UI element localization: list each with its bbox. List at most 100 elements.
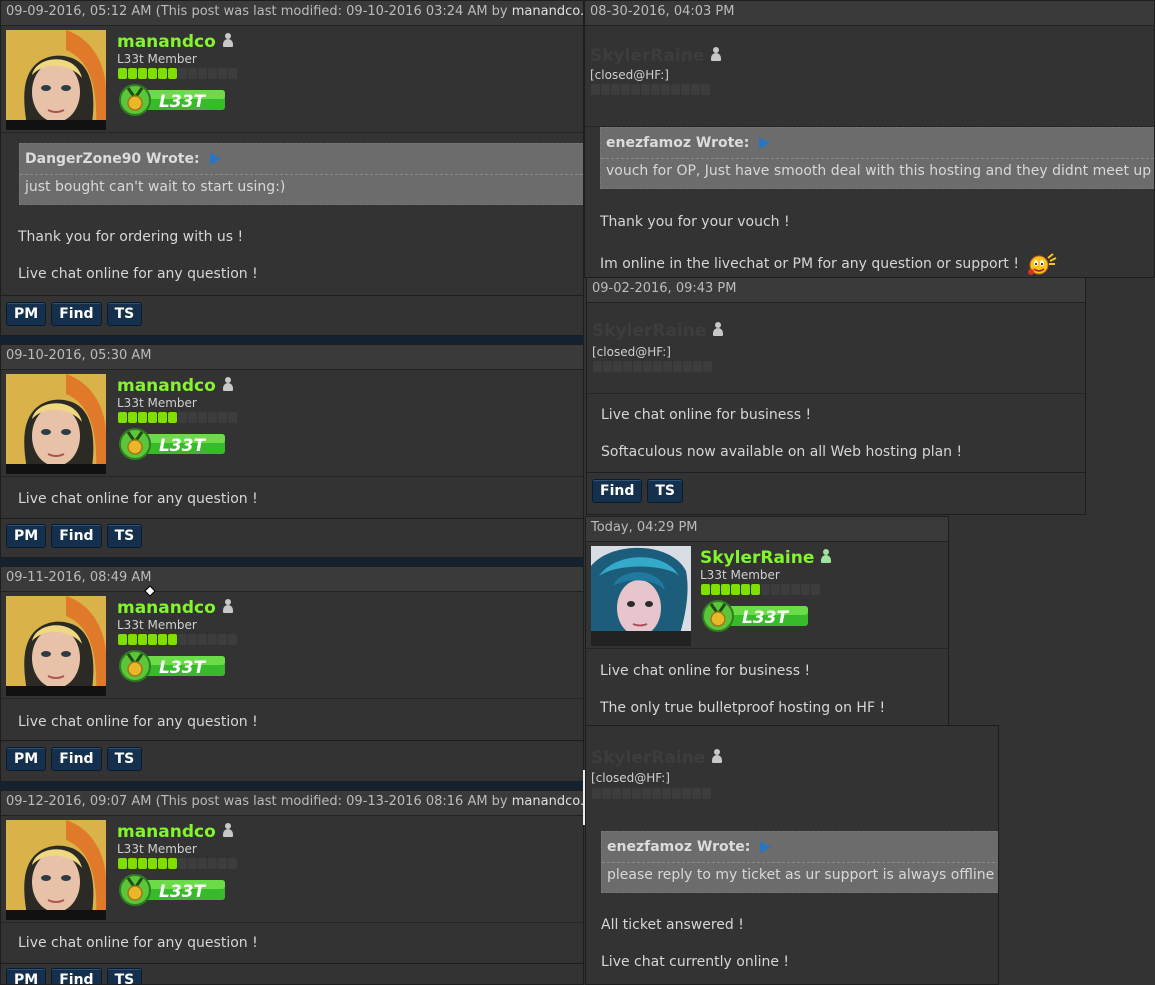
quote-jump-arrow-icon[interactable] (760, 841, 772, 853)
pm-button[interactable]: PM (6, 747, 47, 771)
svg-text:L33T: L33T (159, 92, 206, 112)
avatar[interactable] (6, 596, 106, 696)
username[interactable]: SkylerRaine (591, 748, 705, 768)
user-title: [closed@HF:] (592, 345, 671, 359)
pm-button[interactable]: PM (6, 524, 47, 548)
text-caret (583, 770, 585, 825)
find-button[interactable]: Find (51, 968, 102, 984)
post-date-bar: 09-09-2016, 05:12 AM (This post was last… (1, 1, 583, 26)
username-link[interactable]: SkylerRaine (590, 46, 722, 66)
post-actions: PM Find TS (6, 302, 143, 326)
find-button[interactable]: Find (51, 302, 102, 326)
user-title: L33t Member (117, 52, 197, 66)
avatar[interactable] (6, 374, 106, 474)
find-button[interactable]: Find (51, 747, 102, 771)
ts-button[interactable]: TS (106, 302, 143, 326)
quote-author: enezfamoz Wrote: (606, 135, 750, 151)
username[interactable]: manandco (117, 376, 216, 396)
post-date: Today, 04:29 PM (591, 520, 698, 535)
svg-text:L33T: L33T (742, 608, 789, 628)
reputation-bar (118, 634, 237, 645)
post-modified-by[interactable]: manandco. (512, 4, 583, 19)
post-left-1: 09-09-2016, 05:12 AM (This post was last… (0, 0, 584, 336)
username-link[interactable]: SkylerRaine (700, 548, 832, 568)
post-content: Live chat online for any question ! (1, 935, 258, 951)
quote-text: just bought can't wait to start using:) (25, 179, 286, 195)
username-link[interactable]: SkylerRaine (592, 321, 724, 341)
svg-text:L33T: L33T (159, 436, 206, 456)
post-line: Softaculous now available on all Web hos… (601, 444, 963, 460)
post-date: 09-12-2016, 09:07 AM (6, 794, 152, 809)
offline-status-icon (712, 321, 724, 337)
offline-status-icon (222, 822, 234, 838)
wave-emoji-icon (1027, 252, 1059, 276)
reputation-bar (118, 412, 237, 423)
post-line: Live chat online for any question ! (18, 935, 258, 951)
pm-button[interactable]: PM (6, 302, 47, 326)
post-actions: PM Find TS (6, 524, 143, 548)
username[interactable]: SkylerRaine (592, 321, 706, 341)
author-block: manandco L33t Member L33T (1, 592, 583, 699)
avatar[interactable] (6, 30, 106, 130)
username-link[interactable]: manandco (117, 376, 234, 396)
find-button[interactable]: Find (51, 524, 102, 548)
username[interactable]: SkylerRaine (590, 46, 704, 66)
username[interactable]: manandco (117, 598, 216, 618)
avatar[interactable] (591, 546, 691, 646)
post-date: 09-11-2016, 08:49 AM (6, 570, 152, 585)
pm-button[interactable]: PM (6, 968, 47, 984)
post-date-bar: 08-30-2016, 04:03 PM (585, 1, 1154, 26)
quote-block: DangerZone90 Wrote: just bought can't wa… (19, 143, 583, 205)
post-left-4: 09-12-2016, 09:07 AM (This post was last… (0, 790, 584, 985)
post-line: Live chat online for any question ! (18, 266, 258, 282)
offline-status-icon (222, 376, 234, 392)
post-date-bar: 09-02-2016, 09:43 PM (587, 278, 1085, 303)
user-title: L33t Member (117, 842, 197, 856)
post-left-3: 09-11-2016, 08:49 AM manandco L33t Membe… (0, 566, 584, 782)
ts-button[interactable]: TS (647, 479, 683, 503)
post-content: Live chat online for any question ! (1, 491, 258, 507)
offline-status-icon (710, 46, 722, 62)
post-date: 09-10-2016, 05:30 AM (6, 348, 152, 363)
username-link[interactable]: manandco (117, 32, 234, 52)
quote-jump-arrow-icon[interactable] (759, 137, 771, 149)
ts-button[interactable]: TS (106, 968, 143, 984)
post-line-text: Im online in the livechat or PM for any … (600, 256, 1019, 272)
online-status-icon (820, 548, 832, 564)
quote-text: vouch for OP, Just have smooth deal with… (606, 163, 1152, 179)
l33t-badge-icon: L33T (119, 428, 227, 460)
offline-status-icon (222, 32, 234, 48)
post-line: Thank you for your vouch ! (600, 214, 790, 230)
username-link[interactable]: manandco (117, 822, 234, 842)
username[interactable]: SkylerRaine (700, 548, 814, 568)
quote-text: please reply to my ticket as ur support … (607, 867, 995, 883)
user-title: [closed@HF:] (591, 771, 670, 785)
l33t-badge-icon: L33T (119, 874, 227, 906)
post-line: Live chat currently online ! (601, 954, 790, 970)
ts-button[interactable]: TS (106, 747, 143, 771)
post-date-bar: 09-11-2016, 08:49 AM (1, 567, 583, 592)
post-content: Live chat online for business ! The only… (586, 663, 885, 716)
post-modified-by[interactable]: manandco. (512, 794, 583, 809)
quote-author: enezfamoz Wrote: (607, 839, 751, 855)
post-content: Live chat online for any question ! (1, 714, 258, 730)
author-block: manandco L33t Member L33T (1, 816, 583, 923)
username[interactable]: manandco (117, 822, 216, 842)
post-right-2: 09-02-2016, 09:43 PM SkylerRaine [closed… (586, 277, 1086, 515)
quote-jump-arrow-icon[interactable] (209, 153, 221, 165)
post-content: All ticket answered ! Live chat currentl… (586, 917, 789, 970)
post-line: The only true bulletproof hosting on HF … (600, 700, 886, 716)
reputation-bar (118, 68, 237, 79)
find-button[interactable]: Find (592, 479, 643, 503)
post-date: 08-30-2016, 04:03 PM (590, 4, 735, 19)
post-actions: PM Find TS (6, 747, 143, 771)
avatar[interactable] (6, 820, 106, 920)
username-link[interactable]: SkylerRaine (591, 748, 723, 768)
username-link[interactable]: manandco (117, 598, 234, 618)
post-date: 09-09-2016, 05:12 AM (6, 4, 152, 19)
user-title: L33t Member (117, 618, 197, 632)
ts-button[interactable]: TS (106, 524, 143, 548)
svg-text:L33T: L33T (159, 882, 206, 902)
reputation-bar (591, 84, 710, 95)
username[interactable]: manandco (117, 32, 216, 52)
